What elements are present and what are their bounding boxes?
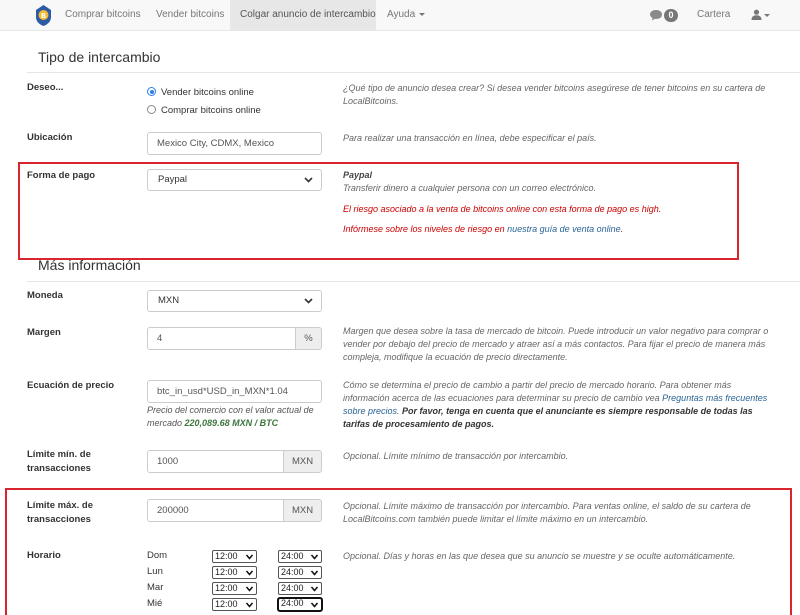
margin-input[interactable]: 4 [147, 327, 296, 350]
margen-help: Margen que desea sobre la tasa de mercad… [343, 326, 769, 362]
nav-post-trade[interactable]: Colgar anuncio de intercambio [230, 0, 376, 31]
location-input[interactable]: Mexico City, CDMX, Mexico [147, 132, 322, 155]
margen-label: Margen [27, 327, 61, 338]
nav-sell-bitcoins[interactable]: Vender bitcoins [156, 0, 224, 31]
highlight-box-limits-schedule [5, 488, 792, 615]
ubicacion-label: Ubicación [27, 132, 73, 143]
chevron-down-icon [419, 12, 426, 16]
current-price-value: 220,089.68 MXN / BTC [184, 418, 279, 428]
currency-value: MXN [158, 295, 180, 306]
localbitcoins-logo-icon[interactable]: B [34, 4, 53, 27]
deseo-label: Deseo... [27, 82, 64, 93]
radio-unselected-icon[interactable] [147, 105, 156, 114]
section-title-trade-type: Tipo de intercambio [38, 49, 161, 65]
min-limit-input[interactable]: 1000 [147, 450, 284, 473]
messages-badge[interactable]: 0 [664, 9, 678, 22]
nav-wallet[interactable]: Cartera [697, 0, 730, 31]
price-equation-input[interactable]: btc_in_usd*USD_in_MXN*1.04 [147, 380, 322, 403]
min-limit-label-line1: Límite mín. de [27, 449, 91, 460]
radio-buy-online[interactable]: Comprar bitcoins online [147, 104, 261, 118]
svg-text:B: B [41, 12, 46, 20]
section-divider [27, 281, 800, 282]
user-icon[interactable] [751, 9, 762, 20]
section-title-more-info: Más información [38, 257, 141, 273]
radio-sell-label: Vender bitcoins online [161, 87, 254, 98]
nav-help-dropdown[interactable]: Ayuda [387, 0, 426, 31]
current-price-note: Precio del comercio con el valor actual … [147, 404, 327, 430]
min-limit-label-line2: transacciones [27, 463, 91, 474]
radio-selected-icon[interactable] [147, 87, 156, 96]
deseo-help: ¿Qué tipo de anuncio desea crear? Si des… [343, 83, 766, 106]
min-limit-help: Opcional. Límite mínimo de transacción p… [343, 451, 569, 461]
section-divider [27, 72, 800, 73]
fees-responsibility-note: Por favor, tenga en cuenta que el anunci… [343, 406, 753, 429]
min-limit-label: Límite mín. de transacciones [27, 448, 91, 476]
top-navbar: B Comprar bitcoins Vender bitcoins Colga… [0, 0, 800, 31]
nav-buy-bitcoins[interactable]: Comprar bitcoins [65, 0, 141, 31]
highlight-box-payment [18, 162, 739, 260]
ecuacion-label: Ecuación de precio [27, 380, 115, 391]
margin-percent-addon: % [295, 327, 322, 350]
radio-buy-label: Comprar bitcoins online [161, 105, 261, 116]
user-menu-chevron-icon[interactable] [764, 14, 770, 17]
chevron-down-icon [304, 298, 313, 304]
chat-icon[interactable] [649, 9, 663, 21]
min-limit-currency-addon: MXN [283, 450, 322, 473]
currency-select[interactable]: MXN [147, 290, 322, 312]
nav-help-label: Ayuda [387, 9, 416, 20]
ubicacion-help: Para realizar una transacción en línea, … [343, 133, 597, 143]
moneda-label: Moneda [27, 290, 63, 301]
radio-sell-online[interactable]: Vender bitcoins online [147, 86, 254, 100]
ecuacion-help: Cómo se determina el precio de cambio a … [343, 379, 773, 431]
